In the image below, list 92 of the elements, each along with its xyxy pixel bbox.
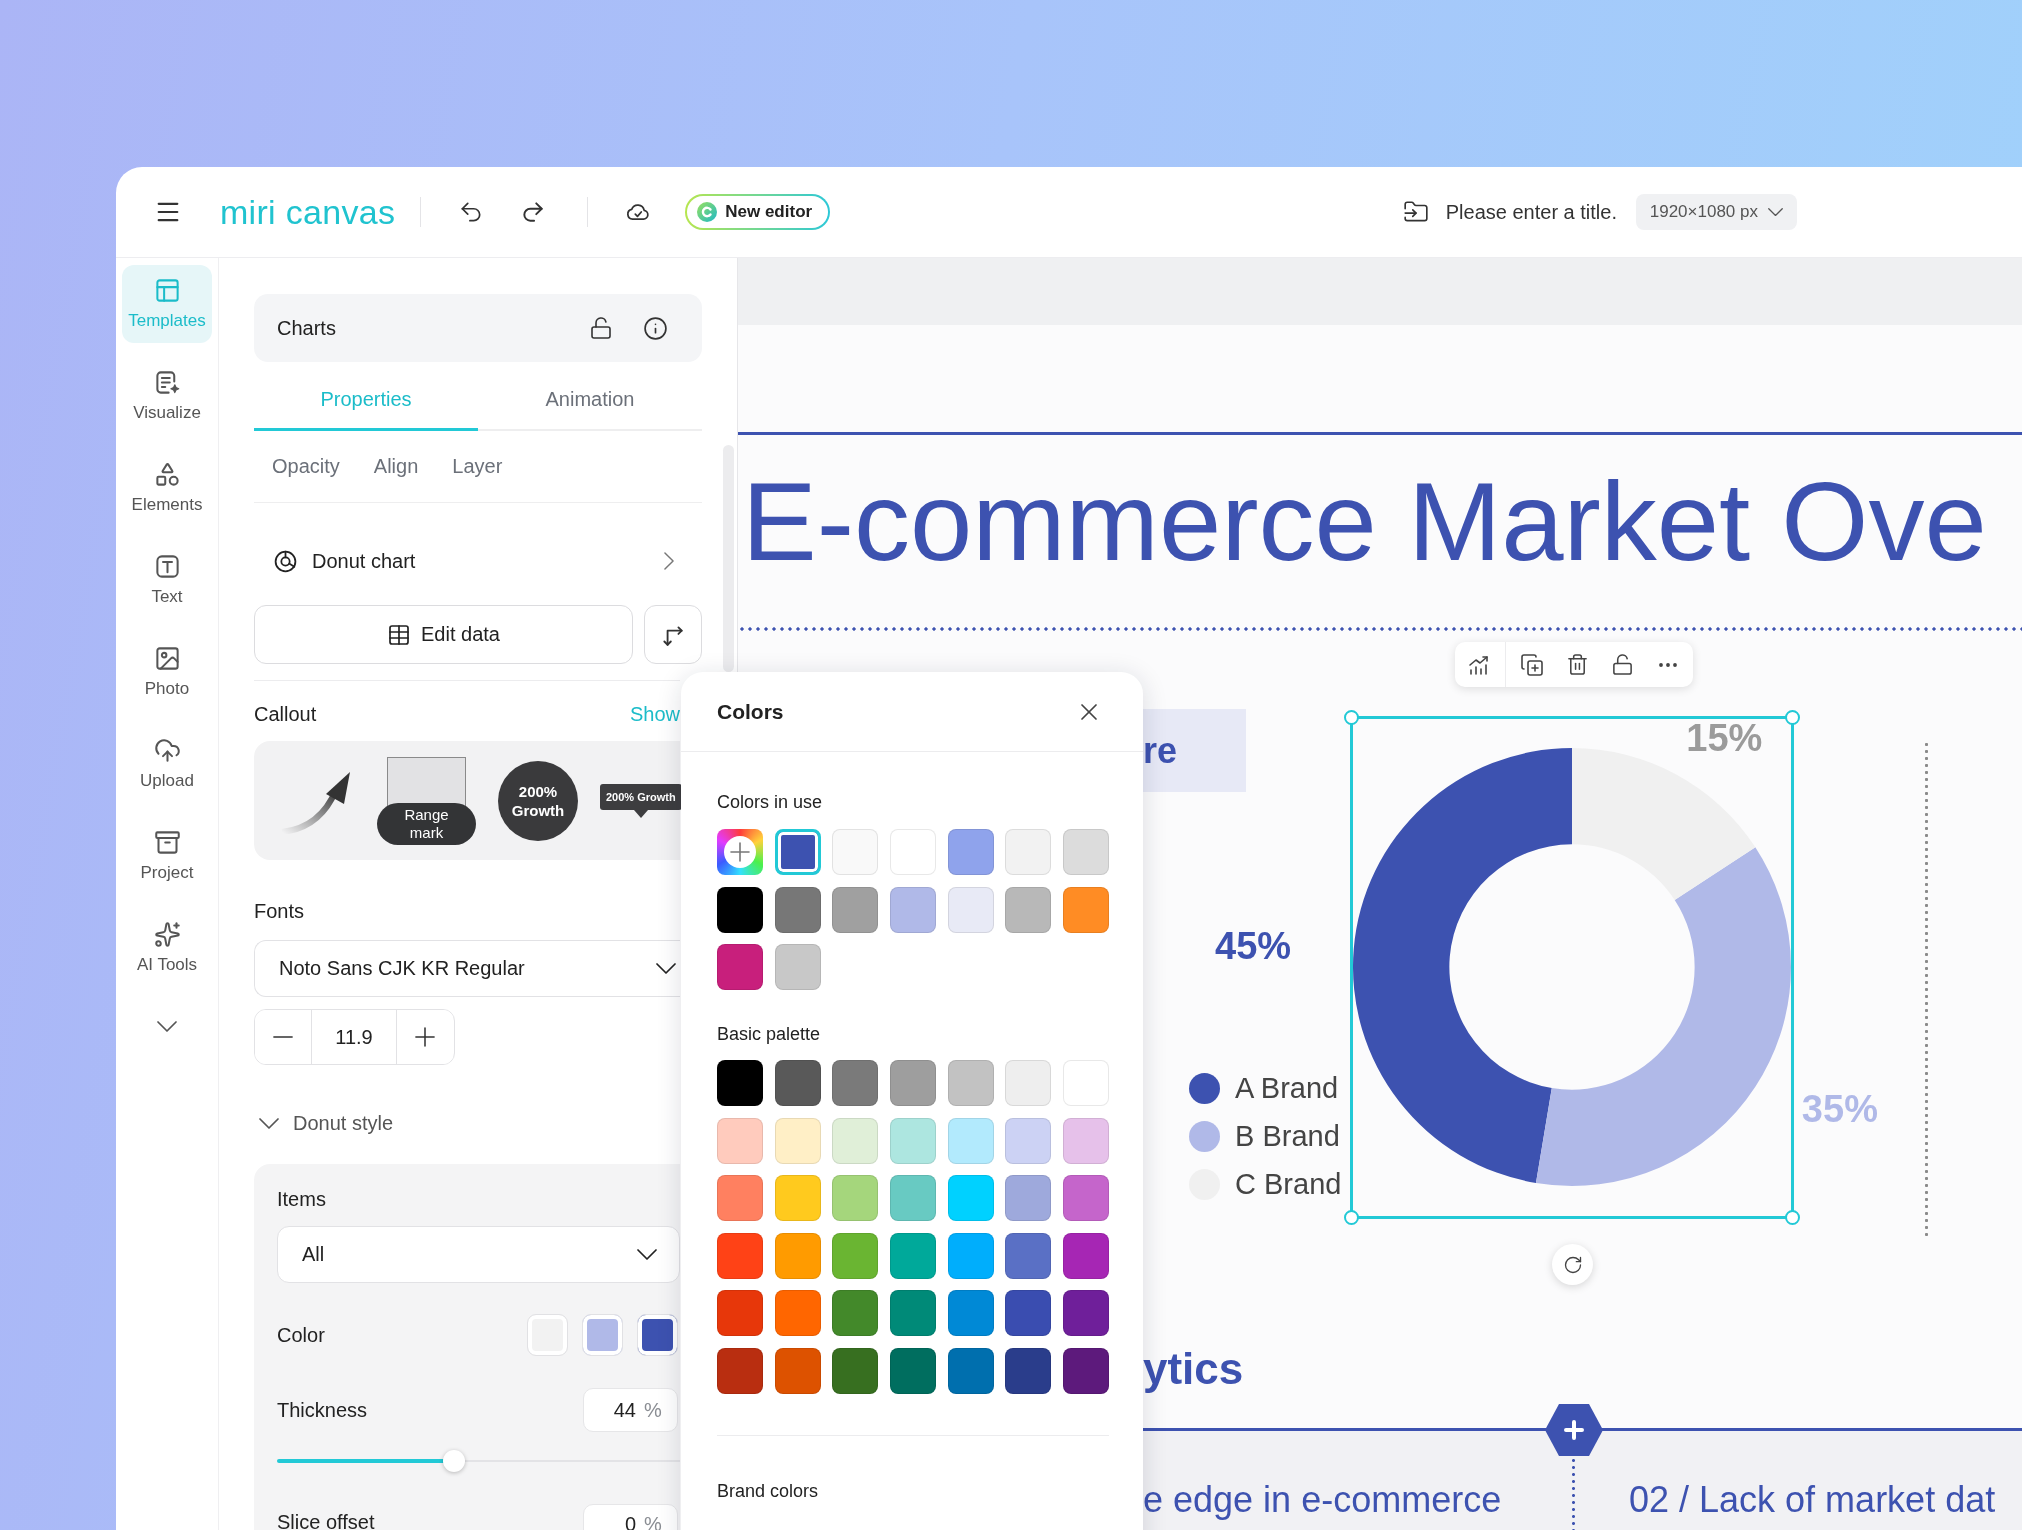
data-label: 35%: [1801, 1087, 1878, 1131]
resize-handle[interactable]: [1344, 710, 1359, 725]
growth-tooltip-option[interactable]: 200% Growth: [600, 783, 682, 818]
items-select[interactable]: All: [277, 1226, 680, 1283]
resize-handle[interactable]: [1785, 710, 1800, 725]
sidebar-item[interactable]: Project: [122, 817, 212, 895]
color-swatch[interactable]: [637, 1314, 678, 1356]
percent-unit: %: [644, 1398, 662, 1422]
slider-thumb[interactable]: [443, 1450, 466, 1472]
chevron-down-icon: [656, 963, 676, 974]
table-icon: [387, 622, 411, 647]
tooltip-label: 200% Growth: [600, 783, 682, 810]
sidebar-item[interactable]: AI Tools: [122, 909, 212, 987]
title-input[interactable]: Please enter a title.: [1445, 200, 1628, 224]
sub-tab[interactable]: Layer: [452, 455, 503, 478]
chevron-down-icon: [1768, 207, 1783, 217]
thickness-input[interactable]: 44 %: [583, 1388, 678, 1432]
section-label: Basic palette: [717, 1023, 821, 1046]
panel-tab[interactable]: Animation: [478, 370, 702, 431]
unlock-icon[interactable]: [589, 316, 613, 340]
hexagon-plus-icon[interactable]: [1544, 1404, 1603, 1456]
column-heading: e edge in e-commerce: [1143, 1479, 1502, 1520]
rotate-icon: [1562, 1254, 1583, 1275]
section-title: ytics: [1143, 1343, 1244, 1395]
popup-title: Colors: [717, 699, 784, 724]
column-heading: 02 / Lack of market dat: [1629, 1479, 1996, 1520]
sidebar-item[interactable]: Visualize: [122, 357, 212, 435]
range-mark-label: Range mark: [377, 802, 476, 845]
selection-frame[interactable]: [1350, 716, 1794, 1219]
shapes-icon[interactable]: [153, 461, 181, 488]
section-label: Brand colors: [717, 1479, 819, 1503]
add-color-button[interactable]: [717, 829, 763, 875]
legend-label: C Brand: [1235, 1167, 1342, 1201]
cloud-upload-icon[interactable]: [153, 737, 181, 764]
section-label: Colors in use: [717, 791, 823, 814]
sub-tab[interactable]: Opacity: [272, 455, 340, 478]
thickness-label: Thickness: [277, 1398, 368, 1422]
tag-label: re: [1143, 709, 1246, 792]
sidebar-item[interactable]: Elements: [122, 449, 212, 527]
chart-type-row[interactable]: Donut chart: [254, 537, 702, 585]
chevron-down-icon: [259, 1117, 279, 1129]
circle-arc-icon: [697, 202, 718, 222]
slice-offset-label: Slice offset: [277, 1510, 375, 1530]
swap-axes-button[interactable]: [644, 605, 702, 664]
rotate-handle[interactable]: [1552, 1244, 1593, 1285]
font-size-stepper[interactable]: 11.9: [254, 1009, 455, 1065]
sidebar-item[interactable]: Text: [122, 541, 212, 619]
sidebar-item[interactable]: Photo: [122, 633, 212, 711]
color-swatch[interactable]: [527, 1314, 568, 1356]
data-label: 15%: [1686, 716, 1763, 760]
copy-plus-icon[interactable]: [1520, 652, 1544, 677]
sparkles-icon[interactable]: [153, 921, 181, 948]
color-label: Color: [277, 1323, 325, 1347]
color-swatch[interactable]: [582, 1314, 623, 1356]
tooltip-pointer-icon: [633, 809, 648, 818]
sub-tab[interactable]: Align: [373, 455, 419, 478]
trash-icon[interactable]: [1566, 653, 1589, 676]
unlock-icon[interactable]: [1611, 653, 1634, 676]
resize-handle[interactable]: [1785, 1210, 1800, 1225]
sidebar-item[interactable]: Upload: [122, 725, 212, 803]
callout-label: Callout: [254, 702, 317, 726]
canvas-size-select[interactable]: 1920×1080 px: [1635, 194, 1797, 230]
scrollbar[interactable]: [723, 445, 734, 672]
font-size-input[interactable]: 11.9: [311, 1010, 397, 1064]
data-label: 45%: [1215, 924, 1292, 967]
archive-box-icon[interactable]: [153, 829, 181, 856]
panel-title: Charts: [277, 316, 336, 340]
image-icon[interactable]: [153, 645, 181, 672]
document-sparkle-icon[interactable]: [153, 369, 181, 396]
fonts-label: Fonts: [254, 899, 305, 923]
plus-circle-icon: [724, 836, 756, 868]
edit-data-button[interactable]: Edit data: [254, 605, 633, 664]
donut-chart-icon: [273, 548, 298, 574]
range-mark-option[interactable]: Range mark: [377, 756, 476, 845]
color-swatch[interactable]: [774, 829, 821, 875]
slide-title: E-commerce Market Ove: [742, 460, 1987, 584]
font-family-select[interactable]: Noto Sans CJK KR Regular: [254, 940, 680, 997]
thickness-slider[interactable]: [277, 1450, 680, 1472]
plus-icon: [415, 1027, 435, 1047]
donut-style-toggle[interactable]: Donut style: [254, 1109, 394, 1137]
chevron-down-icon[interactable]: [157, 1021, 177, 1032]
text-box-icon[interactable]: [153, 553, 181, 580]
legend-label: B Brand: [1235, 1119, 1340, 1153]
legend-label: A Brand: [1235, 1071, 1339, 1105]
resize-handle[interactable]: [1344, 1210, 1359, 1225]
growth-circle-option[interactable]: 200% Growth: [498, 760, 578, 841]
info-icon[interactable]: [643, 315, 668, 341]
chevron-right-icon: [664, 552, 674, 570]
minus-icon: [273, 1036, 293, 1038]
items-label: Items: [277, 1188, 327, 1211]
thickness-value[interactable]: 44: [592, 1398, 636, 1422]
chevron-down-icon: [637, 1249, 657, 1260]
